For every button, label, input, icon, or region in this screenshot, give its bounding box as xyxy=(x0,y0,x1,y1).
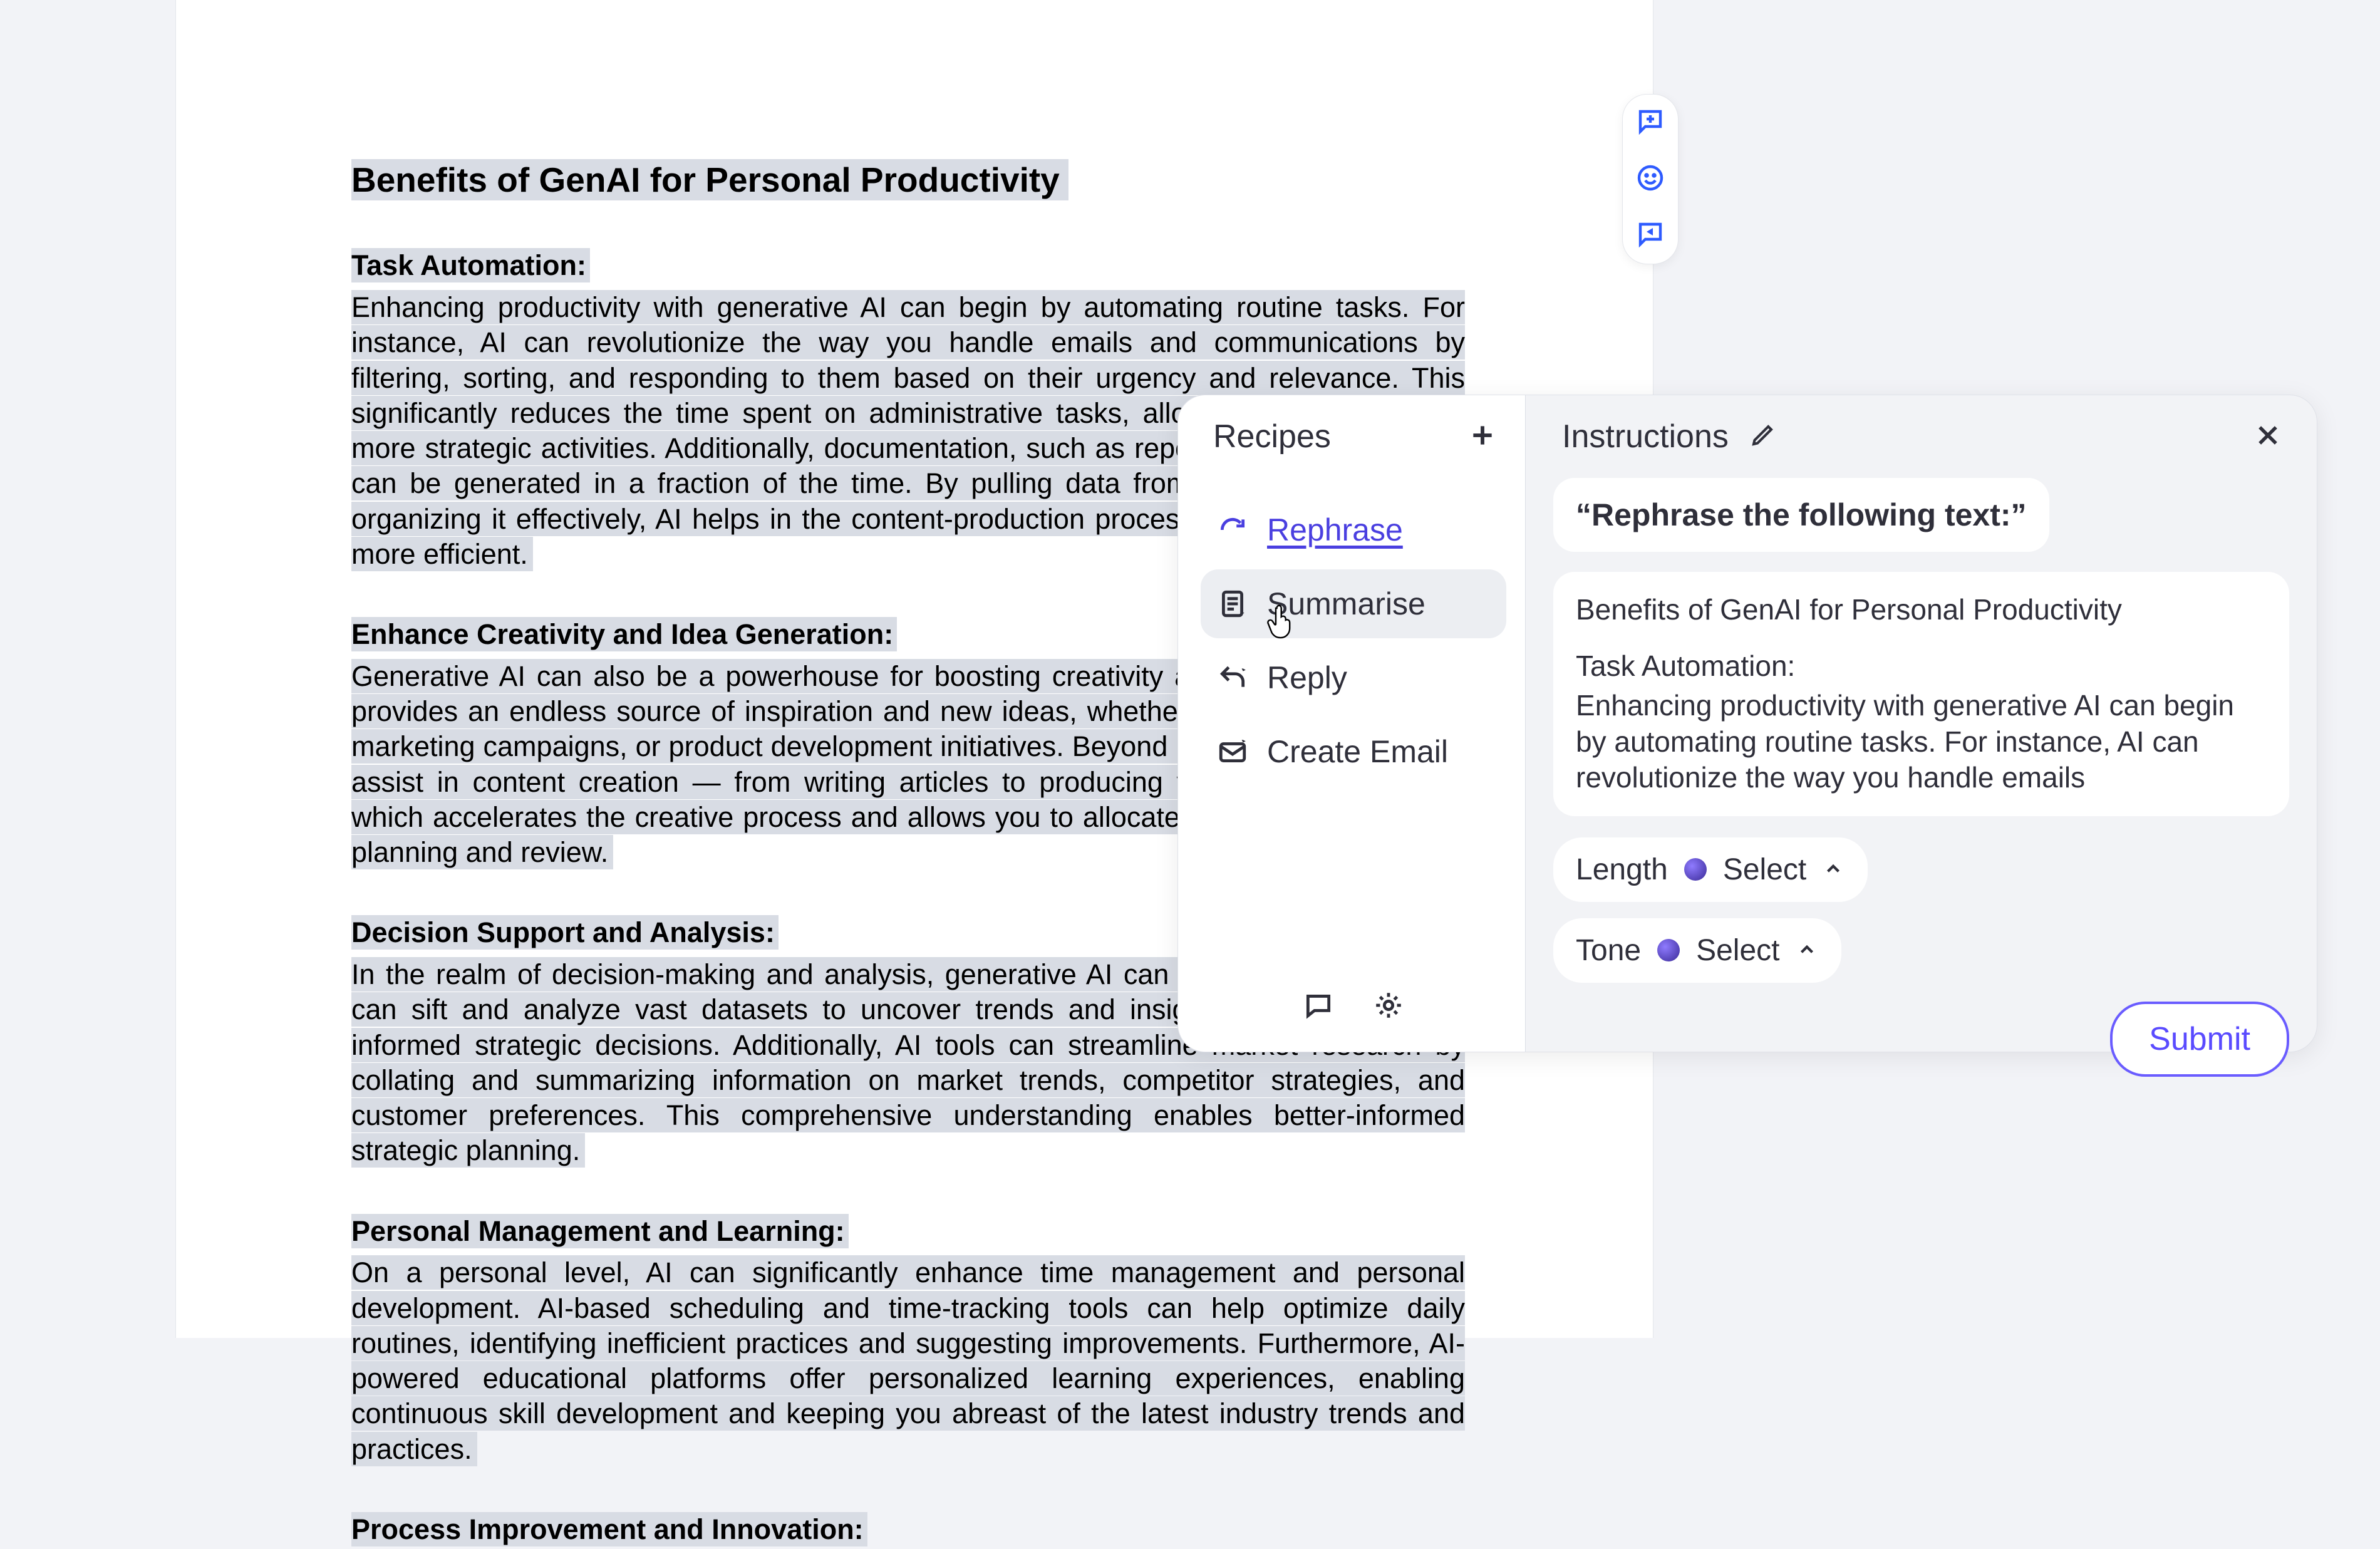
recipes-column: Recipes Rephrase Summarise xyxy=(1178,395,1526,1052)
length-label: Length xyxy=(1576,852,1668,887)
chevron-up-icon xyxy=(1823,858,1845,881)
context-title: Benefits of GenAI for Personal Productiv… xyxy=(1576,592,2267,628)
chevron-up-icon xyxy=(1796,939,1819,961)
recipe-item-summarise[interactable]: Summarise xyxy=(1201,569,1506,638)
recipe-label: Create Email xyxy=(1267,733,1448,770)
doc-section-heading[interactable]: Task Automation: xyxy=(351,248,590,282)
context-text-box[interactable]: Benefits of GenAI for Personal Productiv… xyxy=(1553,572,2289,816)
doc-section-heading[interactable]: Process Improvement and Innovation: xyxy=(351,1512,867,1546)
ai-orb-icon xyxy=(1657,939,1680,961)
tone-selector[interactable]: Tone Select xyxy=(1553,918,1841,983)
doc-section-heading[interactable]: Personal Management and Learning: xyxy=(351,1214,849,1248)
smile-icon xyxy=(1635,163,1665,196)
submit-row: Submit xyxy=(1553,983,2289,1077)
mail-sparkle-icon xyxy=(1216,735,1250,769)
recipe-item-reply[interactable]: Reply xyxy=(1201,643,1506,712)
doc-section-4: Process Improvement and Innovation: xyxy=(351,1511,1465,1549)
suggest-edit-icon xyxy=(1635,219,1665,252)
close-icon xyxy=(2254,422,2282,452)
length-value: Select xyxy=(1723,852,1806,887)
instructions-column: Instructions “Rephrase the following tex… xyxy=(1526,395,2317,1052)
recipe-label: Summarise xyxy=(1267,586,1425,622)
recipe-item-create-email[interactable]: Create Email xyxy=(1201,717,1506,786)
recipes-chat-button[interactable] xyxy=(1301,989,1336,1024)
add-recipe-button[interactable] xyxy=(1466,420,1499,453)
instructions-header: Instructions xyxy=(1553,418,2289,468)
document-title[interactable]: Benefits of GenAI for Personal Productiv… xyxy=(351,159,1068,200)
parameter-row-2: Tone Select xyxy=(1553,918,2289,983)
ai-orb-icon xyxy=(1684,858,1707,881)
reply-sparkle-icon xyxy=(1216,661,1250,695)
doc-section-body[interactable]: On a personal level, AI can significantl… xyxy=(351,1255,1465,1466)
recipes-title: Recipes xyxy=(1213,418,1331,455)
pencil-icon xyxy=(1749,422,1776,452)
edit-instructions-button[interactable] xyxy=(1747,422,1777,452)
doc-section-heading[interactable]: Enhance Creativity and Idea Generation: xyxy=(351,617,897,651)
close-popup-button[interactable] xyxy=(2252,420,2284,453)
recipes-footer xyxy=(1201,989,1506,1033)
chat-icon xyxy=(1303,990,1334,1024)
parameter-row: Length Select xyxy=(1553,837,2289,902)
doc-section-heading[interactable]: Decision Support and Analysis: xyxy=(351,915,779,950)
add-comment-button[interactable] xyxy=(1633,106,1667,140)
ai-recipes-popup: Recipes Rephrase Summarise xyxy=(1177,395,2317,1052)
recipe-item-rephrase[interactable]: Rephrase xyxy=(1201,495,1506,564)
instructions-title: Instructions xyxy=(1562,418,1729,455)
suggest-edit-button[interactable] xyxy=(1633,219,1667,252)
recipe-label: Rephrase xyxy=(1267,512,1403,548)
doc-sparkle-icon xyxy=(1216,587,1250,621)
tone-value: Select xyxy=(1696,933,1779,968)
doc-section-3: Personal Management and Learning: On a p… xyxy=(351,1213,1465,1467)
floating-comment-toolbar xyxy=(1622,94,1679,264)
instruction-prompt[interactable]: “Rephrase the following text:” xyxy=(1553,478,2049,552)
length-selector[interactable]: Length Select xyxy=(1553,837,1868,902)
refresh-icon xyxy=(1216,513,1250,547)
context-body: Enhancing productivity with generative A… xyxy=(1576,688,2267,796)
recipes-settings-button[interactable] xyxy=(1371,989,1406,1024)
recipes-header: Recipes xyxy=(1201,418,1506,473)
tone-label: Tone xyxy=(1576,933,1641,968)
plus-icon xyxy=(1469,422,1496,452)
comment-plus-icon xyxy=(1635,106,1665,140)
gear-icon xyxy=(1373,990,1404,1024)
add-reaction-button[interactable] xyxy=(1633,162,1667,196)
document-title-wrapper: Benefits of GenAI for Personal Productiv… xyxy=(351,157,1465,203)
context-section-head: Task Automation: xyxy=(1576,648,2267,685)
recipe-label: Reply xyxy=(1267,660,1347,696)
recipe-list: Rephrase Summarise Reply Create Email xyxy=(1201,495,1506,786)
submit-button[interactable]: Submit xyxy=(2110,1002,2289,1077)
